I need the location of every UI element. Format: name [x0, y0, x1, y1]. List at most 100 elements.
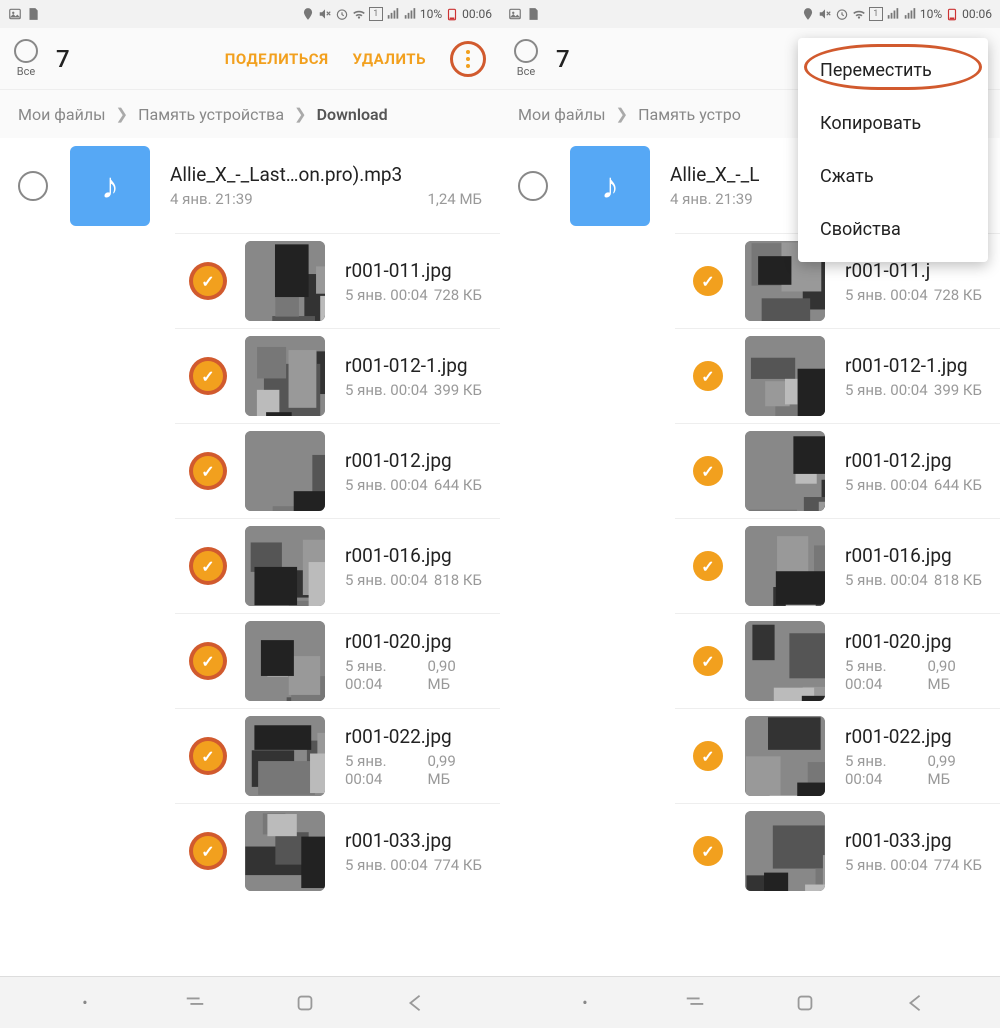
select-all-button[interactable]: Все: [14, 39, 38, 78]
file-size: 0,99 МБ: [428, 752, 482, 788]
crumb-storage[interactable]: Память устройства: [138, 105, 284, 124]
location-icon: [301, 7, 315, 21]
image-thumbnail: [745, 526, 825, 606]
file-name: r001-033.jpg: [845, 829, 982, 852]
file-size: 0,90 МБ: [928, 657, 982, 693]
file-date: 5 янв. 00:04: [345, 476, 428, 494]
file-row[interactable]: ♪Allie_X_-_Last…on.pro).mp34 янв. 21:391…: [0, 138, 500, 233]
file-meta: 5 янв. 00:04 774 КБ: [345, 856, 482, 874]
nav-back-button[interactable]: [904, 992, 926, 1014]
file-checkbox[interactable]: [693, 456, 723, 486]
file-date: 5 янв. 00:04: [845, 286, 928, 304]
file-checkbox[interactable]: [693, 266, 723, 296]
file-meta: 5 янв. 00:040,90 МБ: [345, 657, 482, 693]
file-row[interactable]: r001-012-1.jpg5 янв. 00:04399 КБ: [675, 328, 1000, 423]
image-thumbnail: [745, 621, 825, 701]
file-checkbox[interactable]: [193, 456, 223, 486]
status-bar: 1 10% 00:06: [500, 0, 1000, 28]
crumb-root[interactable]: Мои файлы: [18, 105, 106, 124]
crumb-storage[interactable]: Память устро: [638, 105, 741, 124]
image-thumbnail: [745, 811, 825, 891]
file-row[interactable]: r001-012-1.jpg5 янв. 00:04399 КБ: [175, 328, 500, 423]
chevron-right-icon: ❯: [294, 105, 307, 123]
file-info: r001-012-1.jpg5 янв. 00:04399 КБ: [845, 354, 982, 399]
file-name: r001-022.jpg: [845, 725, 982, 748]
menu-compress[interactable]: Сжать: [798, 150, 988, 203]
file-row[interactable]: r001-012.jpg5 янв. 00:04644 КБ: [675, 423, 1000, 518]
file-name: r001-011.jpg: [345, 259, 482, 282]
file-row[interactable]: r001-020.jpg5 янв. 00:040,90 МБ: [675, 613, 1000, 708]
menu-copy[interactable]: Копировать: [798, 97, 988, 150]
file-checkbox[interactable]: [193, 741, 223, 771]
clock: 00:06: [962, 7, 992, 21]
image-icon: [508, 7, 522, 21]
file-size: 399 КБ: [934, 381, 982, 399]
wifi-icon: [352, 7, 366, 21]
file-checkbox[interactable]: [693, 836, 723, 866]
file-meta: 5 янв. 00:04644 КБ: [845, 476, 982, 494]
nav-recents-button[interactable]: [184, 992, 206, 1014]
file-row[interactable]: r001-016.jpg5 янв. 00:04818 КБ: [675, 518, 1000, 613]
file-row[interactable]: r001-033.jpg 5 янв. 00:04 774 КБ: [675, 803, 1000, 898]
file-row[interactable]: r001-033.jpg5 янв. 00:04774 КБ: [175, 803, 500, 898]
file-info: r001-020.jpg5 янв. 00:040,90 МБ: [845, 630, 982, 693]
sd-icon: [26, 7, 40, 21]
battery-icon: [445, 7, 459, 21]
nav-home-button[interactable]: [794, 992, 816, 1014]
share-button[interactable]: ПОДЕЛИТЬСЯ: [225, 50, 329, 68]
nav-recents-button[interactable]: [684, 992, 706, 1014]
select-all-button[interactable]: Все: [514, 39, 538, 78]
nav-home-button[interactable]: [294, 992, 316, 1014]
nav-back-button[interactable]: [404, 992, 426, 1014]
file-size: 728 КБ: [934, 286, 982, 304]
signal-icon: [886, 7, 900, 21]
menu-properties[interactable]: Свойства: [798, 203, 988, 256]
file-name: r001-022.jpg: [345, 725, 482, 748]
file-list: ♪Allie_X_-_Last…on.pro).mp34 янв. 21:391…: [0, 138, 500, 976]
file-info: r001-011.jpg5 янв. 00:04728 КБ: [345, 259, 482, 304]
file-info: r001-012-1.jpg5 янв. 00:04399 КБ: [345, 354, 482, 399]
file-checkbox[interactable]: [693, 646, 723, 676]
file-date: 4 янв. 21:39: [170, 190, 253, 208]
file-checkbox[interactable]: [193, 361, 223, 391]
more-button[interactable]: [450, 41, 486, 77]
sim-icon: 1: [869, 7, 883, 21]
file-checkbox[interactable]: [193, 646, 223, 676]
nav-overview-icon[interactable]: •: [574, 992, 596, 1014]
file-row[interactable]: r001-012.jpg5 янв. 00:04644 КБ: [175, 423, 500, 518]
delete-button[interactable]: УДАЛИТЬ: [352, 50, 426, 68]
file-checkbox[interactable]: [518, 171, 548, 201]
image-thumbnail: [245, 336, 325, 416]
file-checkbox[interactable]: [193, 836, 223, 866]
file-checkbox[interactable]: [693, 551, 723, 581]
battery-percent: 10%: [920, 7, 942, 21]
context-menu: Переместить Копировать Сжать Свойства: [798, 38, 988, 262]
file-checkbox[interactable]: [693, 361, 723, 391]
file-checkbox[interactable]: [193, 266, 223, 296]
status-bar: 1 10% 00:06: [0, 0, 500, 28]
file-date: 5 янв. 00:04: [845, 657, 928, 693]
file-name: Allie_X_-_Last…on.pro).mp3: [170, 163, 482, 186]
file-size: 774 КБ: [434, 856, 482, 874]
file-row[interactable]: r001-022.jpg5 янв. 00:040,99 МБ: [675, 708, 1000, 803]
file-date: 5 янв. 00:04: [345, 657, 428, 693]
file-row[interactable]: r001-011.jpg5 янв. 00:04728 КБ: [175, 233, 500, 328]
crumb-root[interactable]: Мои файлы: [518, 105, 606, 124]
file-name: r001-012.jpg: [345, 449, 482, 472]
file-date: 5 янв. 00:04: [345, 856, 428, 874]
file-date: 5 янв. 00:04: [845, 856, 928, 874]
file-checkbox[interactable]: [193, 551, 223, 581]
file-size: 774 КБ: [934, 856, 982, 874]
nav-overview-icon[interactable]: •: [74, 992, 96, 1014]
more-icon: [466, 50, 470, 68]
file-checkbox[interactable]: [693, 741, 723, 771]
battery-percent: 10%: [420, 7, 442, 21]
select-all-label: Все: [517, 65, 535, 78]
file-row[interactable]: r001-022.jpg5 янв. 00:040,99 МБ: [175, 708, 500, 803]
file-checkbox[interactable]: [18, 171, 48, 201]
file-date: 5 янв. 00:04: [845, 476, 928, 494]
file-date: 5 янв. 00:04: [845, 571, 928, 589]
image-thumbnail: [745, 336, 825, 416]
file-row[interactable]: r001-016.jpg5 янв. 00:04818 КБ: [175, 518, 500, 613]
file-row[interactable]: r001-020.jpg5 янв. 00:040,90 МБ: [175, 613, 500, 708]
